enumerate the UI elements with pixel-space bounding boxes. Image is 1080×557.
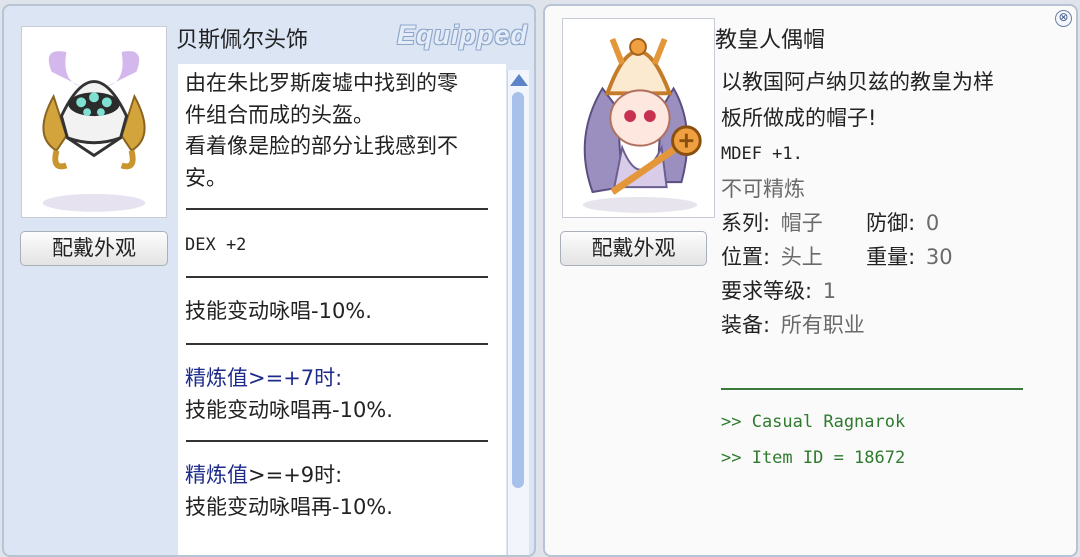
scroll-up-arrow-icon[interactable] bbox=[509, 74, 528, 86]
location-label: 位置: bbox=[721, 245, 771, 269]
wear-appearance-button[interactable]: 配戴外观 bbox=[20, 231, 168, 266]
description-line: 安。 bbox=[185, 165, 227, 190]
description-line: 由在朱比罗斯废墟中找到的零 bbox=[185, 71, 458, 95]
pope-doll-hat-icon bbox=[582, 37, 702, 213]
refine-effect-line: 技能变动咏唱再-10%. bbox=[185, 397, 393, 422]
weight-value: 30 bbox=[925, 245, 953, 269]
description-panel: 以教国阿卢纳贝兹的教皇为样 板所做成的帽子! MDEF +1. 不可精炼 系列:… bbox=[721, 64, 1041, 476]
link-casual-ragnarok[interactable]: >> Casual Ragnarok bbox=[721, 404, 1041, 440]
item-illustration bbox=[21, 26, 167, 218]
refine-condition-line: 精炼值>=+9时: bbox=[178, 460, 506, 492]
defense-label: 防御: bbox=[866, 211, 916, 235]
type-label: 系列: bbox=[721, 211, 771, 235]
level-label: 要求等级: bbox=[721, 279, 813, 303]
description-line: 件组合而成的头盔。 bbox=[185, 102, 374, 127]
helmet-icon bbox=[42, 51, 146, 212]
defense-value: 0 bbox=[925, 211, 940, 235]
refine-condition: >=+9时: bbox=[248, 463, 343, 487]
type-defense-line: 系列: 帽子 防御: 0 bbox=[721, 206, 1041, 240]
equip-jobs-line: 装备: 所有职业 bbox=[721, 308, 1041, 342]
location-weight-line: 位置: 头上 重量: 30 bbox=[721, 240, 1041, 274]
refine-effect-line: 技能变动咏唱再-10%. bbox=[185, 494, 393, 519]
weight-label: 重量: bbox=[866, 245, 916, 269]
item-illustration bbox=[562, 18, 715, 218]
type-value: 帽子 bbox=[780, 211, 823, 235]
description-panel: 由在朱比罗斯废墟中找到的零 件组合而成的头盔。 看着像是脸的部分让我感到不 安。… bbox=[178, 64, 506, 555]
level-value: 1 bbox=[822, 279, 837, 303]
description-scrollbar[interactable] bbox=[507, 70, 529, 555]
refine-note: 不可精炼 bbox=[721, 177, 805, 201]
scroll-thumb[interactable] bbox=[512, 92, 524, 488]
description-line: 板所做成的帽子! bbox=[721, 106, 877, 130]
location-value: 头上 bbox=[780, 245, 823, 269]
item-info-window-equipped: 配戴外观 贝斯佩尔头饰 Equipped 由在朱比罗斯废墟中找到的零 件组合而成… bbox=[2, 4, 536, 557]
required-level-line: 要求等级: 1 bbox=[721, 274, 1041, 308]
jobs-label: 装备: bbox=[721, 313, 771, 337]
refine-label: 精炼值 bbox=[185, 366, 248, 390]
description-line: 以教国阿卢纳贝兹的教皇为样 bbox=[721, 70, 994, 94]
close-icon[interactable]: ⊗ bbox=[1055, 10, 1072, 27]
refine-condition: >=+7时: bbox=[248, 366, 343, 390]
wear-appearance-button[interactable]: 配戴外观 bbox=[560, 231, 707, 266]
effect-line: 技能变动咏唱-10%. bbox=[185, 298, 372, 323]
item-title: 教皇人偶帽 bbox=[715, 28, 826, 53]
item-title: 贝斯佩尔头饰 bbox=[176, 28, 309, 53]
jobs-value: 所有职业 bbox=[780, 313, 865, 337]
description-line: 看着像是脸的部分让我感到不 bbox=[185, 134, 458, 158]
equipped-badge: Equipped bbox=[397, 20, 528, 50]
stat-line: DEX +2 bbox=[185, 235, 247, 255]
stat-line: MDEF +1. bbox=[721, 144, 803, 164]
item-info-window: ⊗ 配戴外观 教皇人偶帽 以教国阿卢纳贝兹的教皇为样 板所做成的帽子! MDEF… bbox=[543, 4, 1078, 557]
link-item-id[interactable]: >> Item ID = 18672 bbox=[721, 440, 1041, 476]
refine-label: 精炼值 bbox=[185, 463, 248, 487]
refine-condition-line: 精炼值>=+7时: bbox=[178, 363, 506, 395]
